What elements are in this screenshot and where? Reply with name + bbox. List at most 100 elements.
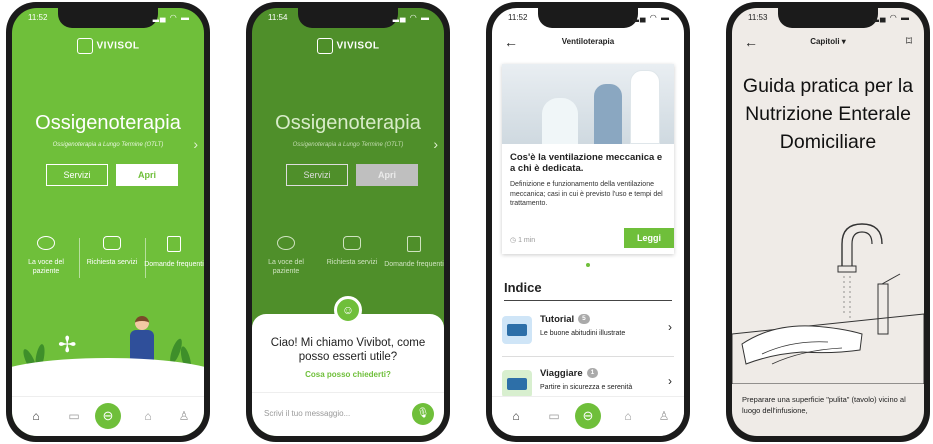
- vivisol-logo: VIVISOL: [12, 38, 204, 54]
- notch: [298, 8, 398, 28]
- article-photo: [502, 64, 674, 144]
- ask-link[interactable]: Cosa posso chiederti?: [252, 370, 444, 379]
- vivibot-icon[interactable]: ⊖: [95, 403, 121, 429]
- status-icons: ▂▄ ◠ ▬: [392, 13, 430, 22]
- quick-label: La voce del paziente: [28, 259, 64, 275]
- logo-mark-icon: [76, 38, 93, 54]
- bookmark-icon[interactable]: ⌑: [906, 34, 912, 48]
- read-time-value: 1 min: [518, 237, 536, 244]
- quick-faq[interactable]: Domande frequenti: [142, 236, 204, 269]
- home-icon[interactable]: ⌂: [26, 409, 46, 423]
- message-input[interactable]: Scrivi il tuo messaggio...: [264, 409, 350, 418]
- divider: [504, 300, 672, 301]
- home-icon[interactable]: ⌂: [506, 409, 526, 423]
- notch: [778, 8, 878, 28]
- list-item-label: Tutorial: [540, 314, 575, 325]
- chat-bubble-icon: [37, 236, 55, 250]
- count-badge: 5: [578, 314, 590, 325]
- quick-label: Domande frequenti: [144, 261, 204, 268]
- status-time: 11:53: [748, 13, 768, 22]
- faq-icon: [167, 236, 181, 252]
- logo-text: VIVISOL: [336, 40, 380, 52]
- calendar-icon[interactable]: ▭: [544, 409, 564, 423]
- screen-title: Ventiloterapia: [561, 37, 615, 46]
- profile-icon[interactable]: ♙: [174, 409, 194, 423]
- chapters-dropdown[interactable]: Capitoli ▾: [732, 37, 924, 46]
- list-item-tutorial[interactable]: Tutorial 5 Le buone abitudini illustrate …: [502, 308, 674, 352]
- read-button[interactable]: Leggi: [624, 228, 674, 248]
- microphone-icon[interactable]: 🎙: [412, 403, 434, 425]
- services-button[interactable]: Servizi: [46, 164, 108, 186]
- tutorial-thumbnail: [502, 316, 532, 344]
- index-heading: Indice: [504, 280, 542, 295]
- vivibot-icon[interactable]: ⊖: [575, 403, 601, 429]
- divider: [502, 356, 674, 357]
- hill: [12, 358, 204, 398]
- quick-label: Richiesta servizi: [326, 259, 378, 266]
- chat-screen: 11:54 ▂▄ ◠ ▬ VIVISOL Ossigenoterapia Oss…: [252, 8, 444, 436]
- list-item-subtitle: Le buone abitudini illustrate: [540, 330, 626, 337]
- profile-icon[interactable]: ♙: [654, 409, 674, 423]
- box-icon: [343, 236, 361, 250]
- quick-patient-voice: La voce del paziente: [254, 236, 318, 276]
- vivisol-logo: VIVISOL: [252, 38, 444, 54]
- list-item-title: Viaggiare 1: [540, 368, 599, 379]
- read-time: ◷ 1 min: [510, 236, 535, 244]
- message-input-bar: Scrivi il tuo messaggio... 🎙: [252, 392, 444, 436]
- capitoli-screen: 11:53 ▂▄ ◠ ▬ ← Capitoli ▾ ⌑ Guida pratic…: [732, 8, 924, 436]
- bot-greeting: Ciao! Mi chiamo Vivibot, come posso esse…: [270, 337, 426, 363]
- status-time: 11:54: [268, 13, 288, 22]
- chevron-right-icon: ›: [668, 374, 672, 388]
- quick-faq: Domande frequenti: [382, 236, 444, 269]
- top-bar: ← Capitoli ▾ ⌑: [732, 34, 924, 56]
- open-button[interactable]: Apri: [116, 164, 178, 186]
- status-time: 11:52: [508, 13, 528, 22]
- quick-label: Richiesta servizi: [86, 259, 138, 266]
- phone-capitoli: 11:53 ▂▄ ◠ ▬ ← Capitoli ▾ ⌑ Guida pratic…: [726, 2, 930, 442]
- list-item-title: Tutorial 5: [540, 314, 590, 325]
- quick-service-request[interactable]: Richiesta servizi: [80, 236, 144, 267]
- calendar-icon[interactable]: ▭: [64, 409, 84, 423]
- article-title: Cos'è la ventilazione meccanica e a chi …: [510, 152, 663, 174]
- shopping-bag-icon[interactable]: ⌂: [618, 409, 638, 423]
- list-item-label: Viaggiare: [540, 368, 583, 379]
- quick-label: Domande frequenti: [384, 261, 444, 268]
- therapy-subtitle: Ossigenoterapia a Lungo Termine (OTLT): [52, 142, 164, 148]
- open-button: Apri: [356, 164, 418, 186]
- article-card[interactable]: Cos'è la ventilazione meccanica e a chi …: [502, 64, 674, 254]
- phone-ventiloterapia: 11:52 ▂▄ ◠ ▬ ← Ventiloterapia Cos'è la v…: [486, 2, 690, 442]
- tab-bar: ⌂ ▭ ⊖ ⌂ ♙: [492, 396, 684, 436]
- article-description: Definizione e funzionamento della ventil…: [510, 181, 663, 207]
- count-badge: 1: [586, 368, 599, 379]
- travel-thumbnail: [502, 370, 532, 398]
- quick-patient-voice[interactable]: La voce del paziente: [14, 236, 78, 276]
- tab-bar: ⌂ ▭ ⊖ ⌂ ♙: [12, 396, 204, 436]
- box-icon: [103, 236, 121, 250]
- quick-service-request: Richiesta servizi: [320, 236, 384, 267]
- next-chevron-icon: ›: [433, 136, 438, 152]
- quick-label: La voce del paziente: [268, 259, 304, 275]
- illustration: ✢: [12, 308, 204, 398]
- status-icons: ▂▄ ◠ ▬: [632, 13, 670, 22]
- services-button: Servizi: [286, 164, 348, 186]
- home-screen: 11:52 ▂▄ ◠ ▬ VIVISOL Ossigenoterapia Oss…: [12, 8, 204, 436]
- clock-icon: ◷: [510, 237, 519, 244]
- chevron-right-icon: ›: [668, 320, 672, 334]
- guide-title: Guida pratica per la Nutrizione Enterale…: [742, 75, 914, 153]
- logo-text: VIVISOL: [96, 40, 140, 52]
- logo-mark-icon: [316, 38, 333, 54]
- therapy-title: Ossigenoterapia: [35, 112, 181, 134]
- therapy-title: Ossigenoterapia: [275, 112, 421, 134]
- status-icons: ▂▄ ◠ ▬: [152, 13, 190, 22]
- phone-home: 11:52 ▂▄ ◠ ▬ VIVISOL Ossigenoterapia Oss…: [6, 2, 210, 442]
- handwashing-sketch: [732, 223, 924, 384]
- status-icons: ▂▄ ◠ ▬: [872, 13, 910, 22]
- step-caption: Preparare una superficie "pulita" (tavol…: [742, 395, 906, 415]
- phone-chat: 11:54 ▂▄ ◠ ▬ VIVISOL Ossigenoterapia Oss…: [246, 2, 450, 442]
- notch: [538, 8, 638, 28]
- carousel-indicator: [586, 263, 590, 267]
- shopping-bag-icon[interactable]: ⌂: [138, 409, 158, 423]
- pinwheel-icon: ✢: [58, 332, 77, 357]
- next-chevron-icon[interactable]: ›: [193, 136, 198, 152]
- vivibot-avatar-icon: ☺: [334, 296, 362, 324]
